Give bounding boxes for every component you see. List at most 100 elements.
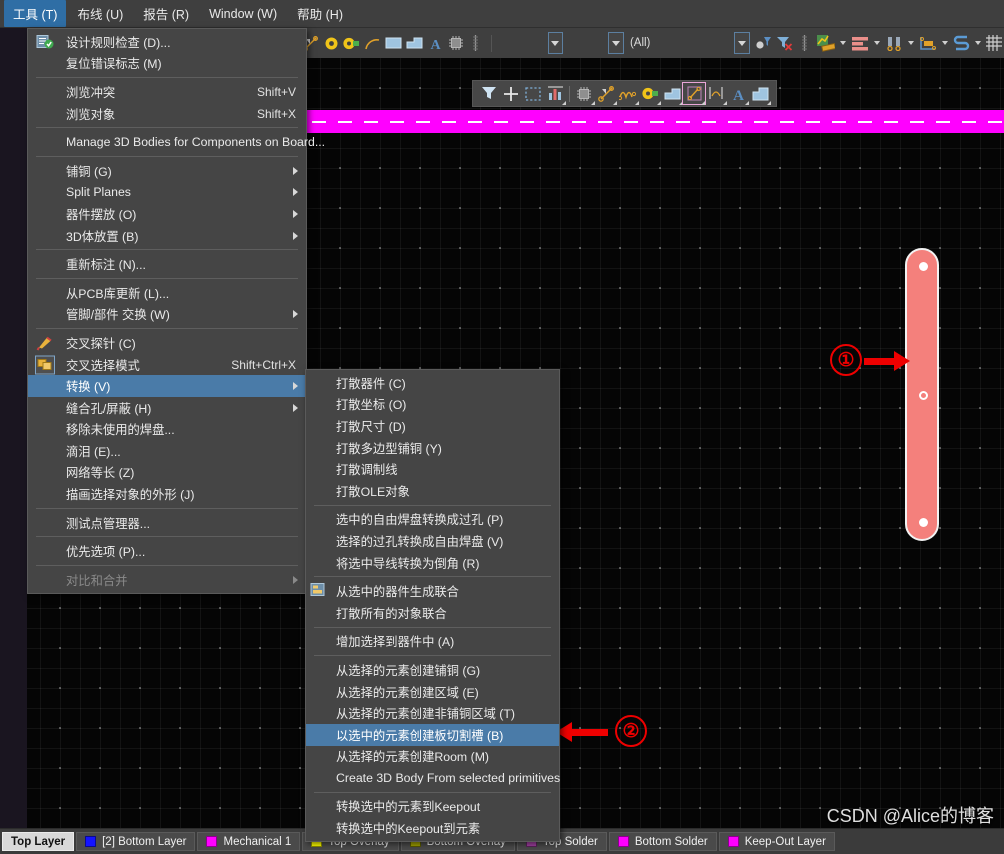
fill-icon[interactable] <box>385 33 402 54</box>
menu-item-explode-ole[interactable]: 打散OLE对象 <box>306 480 559 502</box>
filter-select-icon[interactable] <box>755 33 772 54</box>
component-icon[interactable] <box>447 33 463 54</box>
align-icon[interactable] <box>851 33 869 54</box>
pcb-board-outline[interactable] <box>905 248 939 541</box>
text-icon[interactable]: A <box>427 33 443 54</box>
component-icon[interactable] <box>573 83 595 105</box>
menu-item-stitching-shielding[interactable]: 缝合孔/屏蔽 (H) <box>28 397 306 419</box>
layer-tab-bottom-solder[interactable]: Bottom Solder <box>608 832 717 851</box>
chevron-down-icon[interactable] <box>907 41 914 45</box>
menu-item-explode-polygon[interactable]: 打散多边型铺铜 (Y) <box>306 437 559 459</box>
menu-item-add-selection-to-component[interactable]: 增加选择到器件中 (A) <box>306 631 559 653</box>
menu-item-cross-select-mode[interactable]: 交叉选择模式 Shift+Ctrl+X <box>28 354 306 376</box>
measure-chart-icon[interactable] <box>816 33 835 54</box>
menu-item-convert-to-keepout[interactable]: 转换选中的元素到Keepout <box>306 796 559 818</box>
menu-item-cross-probe[interactable]: 交叉探针 (C) <box>28 332 306 354</box>
dimension-icon[interactable] <box>468 33 484 54</box>
menu-item-convert-keepout-to-primitives[interactable]: 转换选中的Keepout到元素 <box>306 817 559 839</box>
polygon-icon[interactable] <box>406 33 423 54</box>
menu-item-explode-component[interactable]: 打散器件 (C) <box>306 372 559 394</box>
menubar-item-window[interactable]: Window (W) <box>200 3 286 25</box>
distribute-icon[interactable] <box>885 33 903 54</box>
layer-tab-bottom-layer[interactable]: [2] Bottom Layer <box>76 832 196 851</box>
menubar-item-help[interactable]: 帮助 (H) <box>288 0 352 27</box>
menu-item-split-planes[interactable]: Split Planes <box>28 182 306 204</box>
menu-item-create-room-from-selected[interactable]: 从选择的元素创建Room (M) <box>306 746 559 768</box>
menu-item-manage-3d-bodies[interactable]: Manage 3D Bodies for Components on Board… <box>28 131 325 153</box>
position-icon[interactable] <box>919 33 937 54</box>
menu-item-update-from-pcb-lib[interactable]: 从PCB库更新 (L)... <box>28 282 306 304</box>
chevron-down-icon[interactable] <box>839 41 846 45</box>
menu-item-explode-coordinate[interactable]: 打散坐标 (O) <box>306 394 559 416</box>
crosshair-icon[interactable] <box>500 83 522 104</box>
tools-dropdown-menu[interactable]: 设计规则检查 (D)... 复位错误标志 (M) 浏览冲突 Shift+V 浏览… <box>27 28 325 594</box>
plane-icon[interactable] <box>749 83 771 105</box>
menubar-item-tools[interactable]: 工具 (T) <box>4 0 67 27</box>
arc-icon[interactable] <box>364 33 381 54</box>
trace-icon[interactable] <box>595 83 617 105</box>
menu-item-polygon-pours[interactable]: 铺铜 (G) <box>28 160 306 182</box>
menubar-item-reports[interactable]: 报告 (R) <box>134 0 198 27</box>
flip-icon[interactable] <box>953 33 970 54</box>
menu-item-component-placement[interactable]: 器件摆放 (O) <box>28 203 306 225</box>
menu-item-create-board-cutout[interactable]: 以选中的元素创建板切割槽 (B) <box>306 723 559 746</box>
polygon-cut-icon[interactable] <box>682 82 706 105</box>
clear-filter-icon[interactable] <box>776 33 793 54</box>
submenu-arrow-icon <box>293 310 298 319</box>
menu-item-teardrops[interactable]: 滴泪 (E)... <box>28 440 306 462</box>
text-icon[interactable]: A <box>727 83 749 105</box>
menu-item-create-region-from-selected[interactable]: 从选择的元素创建区域 (E) <box>306 681 559 703</box>
menu-item-3d-body-placement[interactable]: 3D体放置 (B) <box>28 225 306 247</box>
top-toolbar[interactable]: A (All) <box>300 28 1004 58</box>
menu-item-convert[interactable]: 转换 (V) <box>28 375 306 397</box>
menu-item-browse-objects[interactable]: 浏览对象 Shift+X <box>28 103 306 125</box>
layer-tab-keepout-layer[interactable]: Keep-Out Layer <box>718 832 835 851</box>
menu-item-net-length[interactable]: 网络等长 (Z) <box>28 462 306 484</box>
menu-item-create-cutout-from-selected[interactable]: 从选择的元素创建非铺铜区域 (T) <box>306 702 559 724</box>
menu-item-explode-dimension[interactable]: 打散尺寸 (D) <box>306 415 559 437</box>
pcb-placement-toolbar[interactable]: A <box>472 80 777 107</box>
via-icon[interactable] <box>323 33 339 54</box>
menu-item-reset-errors[interactable]: 复位错误标志 (M) <box>28 53 306 75</box>
menu-item-re-annotate[interactable]: 重新标注 (N)... <box>28 253 306 275</box>
chevron-down-icon[interactable] <box>873 41 880 45</box>
pad-icon[interactable] <box>639 83 661 105</box>
menu-item-remove-unused-pads[interactable]: 移除未使用的焊盘... <box>28 419 306 441</box>
menu-item-preferences[interactable]: 优先选项 (P)... <box>28 540 306 562</box>
menubar[interactable]: 工具 (T) 布线 (U) 报告 (R) Window (W) 帮助 (H) <box>0 0 1004 28</box>
polygon-icon[interactable] <box>661 83 683 105</box>
route-icon[interactable] <box>617 83 639 105</box>
menu-item-explode-tuning-line[interactable]: 打散调制线 <box>306 458 559 480</box>
menu-item-explode-ole-label: 打散OLE对象 <box>336 484 410 499</box>
select-region-icon[interactable] <box>522 83 544 104</box>
menu-item-testpoint-manager[interactable]: 测试点管理器... <box>28 512 306 534</box>
menu-item-create-union[interactable]: 从选中的器件生成联合 <box>306 580 559 602</box>
layer-tab-top-layer[interactable]: Top Layer <box>2 832 75 851</box>
menu-item-vias-to-pads[interactable]: 选择的过孔转换成自由焊盘 (V) <box>306 530 559 552</box>
layer-dropdown-1[interactable] <box>547 32 564 54</box>
menu-item-pads-to-vias[interactable]: 选中的自由焊盘转换成过孔 (P) <box>306 509 559 531</box>
dimension-icon[interactable] <box>705 83 727 105</box>
pad-icon[interactable] <box>343 33 360 54</box>
menu-item-create-polygon-from-selected[interactable]: 从选择的元素创建铺铜 (G) <box>306 659 559 681</box>
menu-item-pin-part-swap[interactable]: 管脚/部件 交换 (W) <box>28 304 306 326</box>
menu-item-drc[interactable]: 设计规则检查 (D)... <box>28 31 306 53</box>
layer-tab-mechanical-1[interactable]: Mechanical 1 <box>197 832 301 851</box>
filter-icon[interactable] <box>478 83 500 104</box>
menu-item-browse-violations[interactable]: 浏览冲突 Shift+V <box>28 81 306 103</box>
menu-item-tracks-to-chamfer[interactable]: 将选中导线转换为倒角 (R) <box>306 552 559 574</box>
grid-icon[interactable] <box>985 33 1002 54</box>
menu-item-manage-3d-bodies-label: Manage 3D Bodies for Components on Board… <box>66 135 326 150</box>
menu-item-create-3d-body[interactable]: Create 3D Body From selected primitives <box>306 767 560 789</box>
menu-separator <box>36 328 298 330</box>
menubar-item-route[interactable]: 布线 (U) <box>68 0 132 27</box>
menu-item-outline-selected[interactable]: 描画选择对象的外形 (J) <box>28 483 306 505</box>
measure-icon[interactable] <box>544 83 566 105</box>
menu-item-break-unions[interactable]: 打散所有的对象联合 <box>306 602 559 624</box>
convert-submenu[interactable]: 打散器件 (C) 打散坐标 (O) 打散尺寸 (D) 打散多边型铺铜 (Y) 打… <box>305 369 560 842</box>
layer-dropdown-2[interactable] <box>608 32 624 54</box>
ruler-grid-icon[interactable] <box>797 33 813 54</box>
filter-dropdown[interactable] <box>733 32 750 54</box>
chevron-down-icon[interactable] <box>941 41 948 45</box>
chevron-down-icon[interactable] <box>974 41 981 45</box>
